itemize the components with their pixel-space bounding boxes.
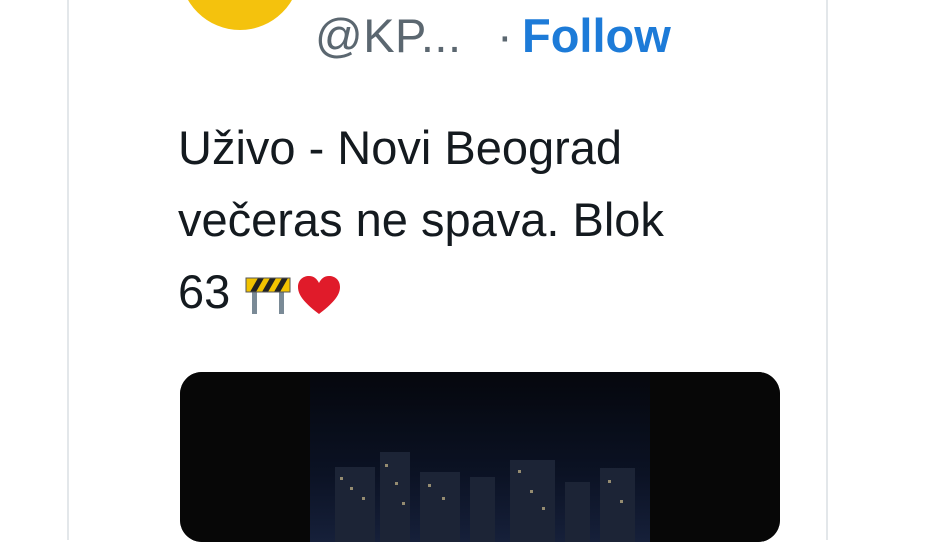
follow-button[interactable]: Follow <box>522 8 671 63</box>
profile-avatar[interactable]: PROMET <box>180 0 300 40</box>
tweet-text-line-1: Uživo - Novi Beograd <box>178 121 623 174</box>
tweet-text: Uživo - Novi Beograd večeras ne spava. B… <box>178 112 788 328</box>
night-city-video-frame <box>180 372 780 542</box>
tweet-text-line-3: 63 <box>178 256 788 328</box>
user-handle[interactable]: @KP... <box>315 8 462 63</box>
red-heart-icon <box>298 276 341 314</box>
tweet-text-line-2: večeras ne spava. Blok <box>178 193 664 246</box>
construction-barrier-icon <box>245 277 291 314</box>
video-media[interactable] <box>180 372 780 542</box>
separator-dot: · <box>497 9 513 62</box>
